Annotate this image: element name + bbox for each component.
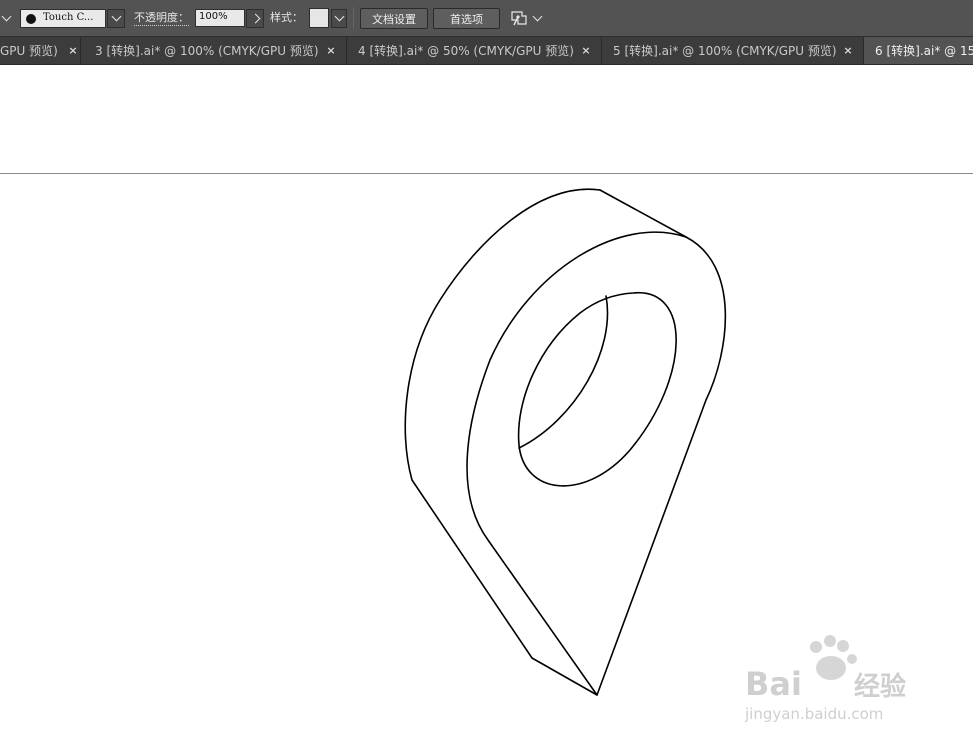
close-icon[interactable]: × — [324, 44, 338, 57]
document-tab[interactable]: 5 [转换].ai* @ 100% (CMYK/GPU 预览) × — [602, 37, 864, 64]
document-tab-bar: GPU 预览) × 3 [转换].ai* @ 100% (CMYK/GPU 预览… — [0, 37, 973, 65]
brush-definition-field[interactable]: Touch C... — [20, 9, 106, 28]
watermark-brand: Bai — [745, 665, 802, 703]
tab-label: 6 [转换].ai* @ 15 — [875, 44, 973, 58]
preferences-button[interactable]: 首选项 — [433, 8, 500, 29]
document-setup-button[interactable]: 文档设置 — [360, 8, 428, 29]
tab-label: 5 [转换].ai* @ 100% (CMYK/GPU 预览) — [613, 44, 837, 58]
tab-label: 4 [转换].ai* @ 50% (CMYK/GPU 预览) — [358, 44, 574, 58]
paw-icon — [810, 635, 857, 680]
opacity-dropdown-button[interactable] — [246, 9, 264, 28]
document-tab[interactable]: 3 [转换].ai* @ 100% (CMYK/GPU 预览) × — [81, 37, 347, 64]
baidu-watermark: Bai 经验 jingyan.baidu.com — [744, 635, 906, 723]
canvas[interactable]: Bai 经验 jingyan.baidu.com — [0, 65, 973, 746]
control-bar: Touch C... 不透明度： 100% 样式： 文档设置 首选项 — [0, 0, 973, 37]
brush-dropdown-button[interactable] — [107, 9, 125, 28]
document-tab[interactable]: 4 [转换].ai* @ 50% (CMYK/GPU 预览) × — [347, 37, 602, 64]
style-swatch[interactable] — [309, 8, 329, 28]
document-tab-active[interactable]: 6 [转换].ai* @ 15 — [864, 37, 973, 64]
style-dropdown-button[interactable] — [331, 9, 347, 28]
opacity-input[interactable]: 100% — [195, 9, 245, 27]
close-icon[interactable]: × — [66, 44, 80, 57]
puppet-warp-icon[interactable] — [509, 8, 529, 28]
brush-dot-icon — [26, 14, 36, 24]
tab-label: 3 [转换].ai* @ 100% (CMYK/GPU 预览) — [95, 44, 319, 58]
opacity-label[interactable]: 不透明度： — [134, 11, 189, 26]
tab-label: GPU 预览) — [0, 44, 58, 58]
chevron-down-icon[interactable] — [0, 9, 12, 27]
chevron-down-icon[interactable] — [532, 11, 542, 25]
chevron-right-icon — [250, 13, 260, 24]
toolbar-divider — [353, 7, 354, 29]
watermark-url: jingyan.baidu.com — [744, 705, 883, 723]
watermark-suffix: 经验 — [854, 671, 906, 702]
chevron-down-icon — [334, 11, 344, 22]
close-icon[interactable]: × — [841, 44, 855, 57]
document-tab[interactable]: GPU 预览) × — [0, 37, 81, 64]
chevron-down-icon — [111, 11, 121, 22]
brush-name: Touch C... — [43, 12, 94, 23]
style-label: 样式： — [270, 11, 303, 24]
close-icon[interactable]: × — [579, 44, 593, 57]
